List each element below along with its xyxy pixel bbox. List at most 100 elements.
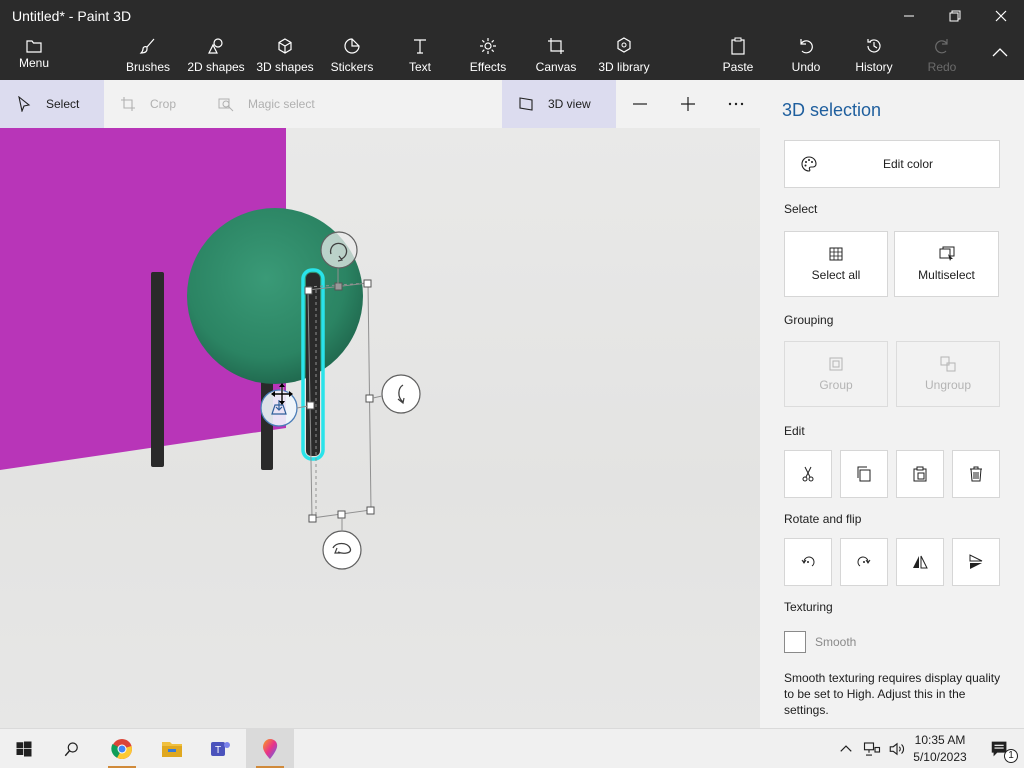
- trash-icon: [970, 466, 982, 482]
- ungroup-button[interactable]: Ungroup: [896, 341, 1000, 407]
- folder-icon: [24, 36, 44, 56]
- flip-vertical-button[interactable]: [952, 538, 1000, 586]
- 3d-scene[interactable]: [0, 128, 760, 728]
- close-icon: [995, 10, 1007, 22]
- restore-button[interactable]: [932, 0, 978, 32]
- cut-button[interactable]: [784, 450, 832, 498]
- drawing-canvas[interactable]: [0, 128, 760, 728]
- sticker-icon: [342, 36, 362, 56]
- tool-options-bar: Select Crop Magic select 3D view: [0, 80, 760, 128]
- teams-taskbar-button[interactable]: T: [196, 729, 244, 768]
- 2d-shapes-label: 2D shapes: [187, 60, 245, 74]
- search-button[interactable]: [48, 729, 96, 768]
- redo-label: Redo: [927, 60, 957, 74]
- start-button[interactable]: [0, 729, 48, 768]
- handle-bottom-mid: [337, 510, 346, 519]
- canvas-button[interactable]: Canvas: [534, 36, 578, 78]
- network-button[interactable]: [858, 729, 886, 768]
- chrome-taskbar-button[interactable]: [98, 729, 146, 768]
- crop-icon: [121, 97, 135, 111]
- edit-color-button[interactable]: Edit color: [784, 140, 1000, 188]
- minus-icon: [633, 103, 647, 105]
- plus-icon: [681, 97, 695, 111]
- 3d-library-label: 3D library: [598, 60, 650, 74]
- redo-button[interactable]: Redo: [922, 36, 962, 78]
- flip-vertical-icon: [969, 554, 983, 569]
- effects-label: Effects: [469, 60, 507, 74]
- magic-select-label: Magic select: [248, 97, 315, 111]
- magic-select-tool[interactable]: Magic select: [218, 80, 338, 128]
- rotate-right-button[interactable]: [840, 538, 888, 586]
- text-button[interactable]: Text: [400, 36, 440, 78]
- taskbar: T 10:35 AM 5/10/2023 1: [0, 728, 1024, 768]
- group-label: Group: [819, 378, 853, 392]
- canvas-icon: [546, 36, 566, 56]
- texturing-heading: Texturing: [784, 600, 833, 614]
- select-all-label: Select all: [811, 268, 861, 282]
- multiselect-icon: [939, 246, 954, 261]
- minimize-button[interactable]: [886, 0, 932, 32]
- zoom-out-button[interactable]: [616, 80, 664, 128]
- handle-mid-left: [306, 401, 315, 410]
- smooth-texturing-note: Smooth texturing requires display qualit…: [784, 671, 1001, 717]
- brushes-button[interactable]: Brushes: [124, 36, 172, 78]
- multiselect-button[interactable]: Multiselect: [894, 231, 999, 297]
- paste-label: Paste: [722, 60, 754, 74]
- rotate-left-button[interactable]: [784, 538, 832, 586]
- black-post-left[interactable]: [151, 272, 164, 467]
- speaker-icon: [889, 742, 905, 756]
- windows-icon: [16, 741, 32, 757]
- rotate-y-handle[interactable]: [322, 518, 362, 570]
- sun-icon: [478, 36, 498, 56]
- rotate-flip-heading: Rotate and flip: [784, 512, 862, 526]
- notifications-button[interactable]: 1: [976, 729, 1024, 768]
- chrome-icon: [111, 739, 132, 760]
- panel-title: 3D selection: [782, 100, 882, 120]
- menu-button[interactable]: Menu: [14, 36, 54, 78]
- 3d-view-toggle[interactable]: 3D view: [502, 80, 616, 128]
- history-icon: [864, 36, 884, 56]
- zoom-in-button[interactable]: [664, 80, 712, 128]
- history-label: History: [855, 60, 893, 74]
- handle-mid-right: [365, 394, 374, 403]
- 3d-view-icon: [519, 97, 533, 111]
- 2d-shapes-icon: [206, 36, 226, 56]
- handle-top-mid: [334, 282, 343, 291]
- effects-button[interactable]: Effects: [466, 36, 510, 78]
- delete-button[interactable]: [952, 450, 1000, 498]
- stickers-button[interactable]: Stickers: [328, 36, 376, 78]
- canvas-label: Canvas: [535, 60, 577, 74]
- clipboard-icon: [728, 36, 748, 56]
- rotate-z-handle[interactable]: [372, 374, 421, 414]
- move-depth-handle[interactable]: [260, 389, 309, 427]
- cursor-icon: [18, 96, 31, 112]
- clock-time: 10:35 AM: [914, 733, 966, 747]
- show-hidden-icons-button[interactable]: [832, 729, 860, 768]
- group-button[interactable]: Group: [784, 341, 888, 407]
- title-bar: Untitled* - Paint 3D: [0, 0, 1024, 32]
- undo-icon: [796, 36, 816, 56]
- copy-button[interactable]: [840, 450, 888, 498]
- taskbar-clock[interactable]: 10:35 AM 5/10/2023: [908, 732, 972, 766]
- close-button[interactable]: [978, 0, 1024, 32]
- flip-horizontal-button[interactable]: [896, 538, 944, 586]
- paste-panel-button[interactable]: [896, 450, 944, 498]
- more-options-button[interactable]: [712, 80, 760, 128]
- paint3d-taskbar-button[interactable]: [246, 729, 294, 768]
- scissors-icon: [802, 466, 814, 482]
- flip-horizontal-icon: [913, 555, 928, 569]
- volume-button[interactable]: [884, 729, 910, 768]
- file-explorer-taskbar-button[interactable]: [148, 729, 196, 768]
- select-label: Select: [46, 97, 80, 111]
- history-button[interactable]: History: [852, 36, 896, 78]
- undo-button[interactable]: Undo: [786, 36, 826, 78]
- select-tool[interactable]: Select: [0, 80, 104, 128]
- 2d-shapes-button[interactable]: 2D shapes: [186, 36, 246, 78]
- select-all-button[interactable]: Select all: [784, 231, 888, 297]
- smooth-checkbox[interactable]: [784, 631, 806, 653]
- 3d-shapes-button[interactable]: 3D shapes: [254, 36, 316, 78]
- crop-tool[interactable]: Crop: [120, 80, 200, 128]
- menu-label: Menu: [18, 56, 50, 70]
- paste-button[interactable]: Paste: [718, 36, 758, 78]
- 3d-library-button[interactable]: 3D library: [596, 36, 652, 78]
